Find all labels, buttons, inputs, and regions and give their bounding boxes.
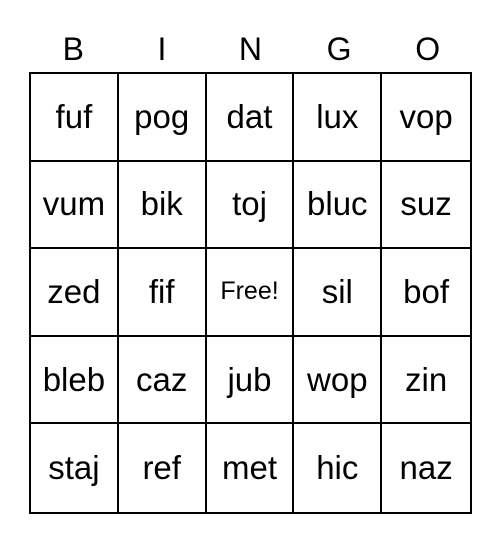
bingo-cell[interactable]: caz	[118, 336, 207, 425]
bingo-cell[interactable]: vum	[31, 161, 119, 250]
header-letter-i: I	[157, 31, 167, 67]
free-space-cell[interactable]: Free!	[206, 249, 295, 337]
bingo-cell[interactable]: suz	[382, 162, 470, 250]
bingo-cell[interactable]: bof	[382, 249, 470, 337]
bingo-cell[interactable]: zed	[31, 249, 119, 337]
bingo-board: fuf pog dat lux vop vum bik toj bluc suz…	[29, 72, 472, 514]
bingo-cell[interactable]: pog	[118, 74, 207, 162]
bingo-cell[interactable]: jub	[206, 336, 295, 425]
header-letter-o: O	[415, 31, 441, 67]
bingo-cell[interactable]: zin	[382, 337, 470, 425]
bingo-cell[interactable]: hic	[294, 424, 383, 512]
bingo-header: B I N G O	[29, 28, 472, 70]
bingo-cell[interactable]: wop	[294, 336, 383, 425]
bingo-cell[interactable]: fif	[118, 249, 207, 337]
bingo-cell[interactable]: ref	[119, 424, 207, 512]
bingo-cell[interactable]: naz	[382, 424, 470, 512]
header-letter-n: N	[238, 31, 263, 67]
bingo-cell[interactable]: bik	[118, 161, 207, 250]
bingo-cell[interactable]: lux	[294, 74, 383, 162]
bingo-cell[interactable]: sil	[294, 249, 383, 337]
header-letter-g: G	[326, 31, 352, 67]
bingo-cell[interactable]: dat	[206, 74, 295, 162]
bingo-cell[interactable]: bleb	[31, 336, 119, 425]
bingo-cell[interactable]: bluc	[294, 161, 383, 250]
bingo-cell[interactable]: toj	[206, 161, 295, 250]
bingo-cell[interactable]: fuf	[31, 74, 119, 162]
bingo-cell[interactable]: vop	[382, 74, 470, 162]
header-letter-b: B	[62, 31, 84, 67]
bingo-cell[interactable]: met	[207, 424, 295, 512]
bingo-cell[interactable]: staj	[31, 424, 119, 512]
